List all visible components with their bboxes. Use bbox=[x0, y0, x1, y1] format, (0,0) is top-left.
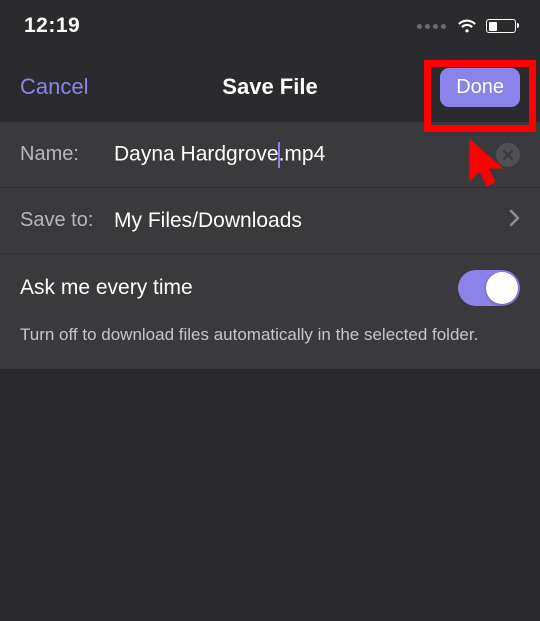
clear-text-button[interactable] bbox=[496, 143, 520, 167]
page-title: Save File bbox=[222, 74, 317, 100]
cellular-dots-icon bbox=[417, 24, 446, 29]
switch-knob bbox=[486, 272, 518, 304]
status-indicators bbox=[417, 18, 516, 34]
close-icon bbox=[502, 149, 514, 161]
status-time: 12:19 bbox=[24, 14, 80, 38]
name-row[interactable]: Name: Dayna Hardgrove.mp4 bbox=[0, 122, 540, 188]
save-to-value: My Files/Downloads bbox=[114, 209, 509, 233]
name-label: Name: bbox=[20, 143, 114, 166]
ask-toggle-switch[interactable] bbox=[458, 270, 520, 306]
filename-input[interactable]: Dayna Hardgrove.mp4 bbox=[114, 142, 496, 168]
nav-bar: Cancel Save File Done bbox=[0, 52, 540, 122]
ask-toggle-row: Ask me every time bbox=[0, 254, 540, 318]
wifi-icon bbox=[456, 18, 478, 34]
save-to-label: Save to: bbox=[20, 209, 114, 232]
form-section: Name: Dayna Hardgrove.mp4 Save to: My Fi… bbox=[0, 122, 540, 369]
ask-toggle-label: Ask me every time bbox=[20, 276, 193, 300]
save-to-row[interactable]: Save to: My Files/Downloads bbox=[0, 188, 540, 254]
cancel-button[interactable]: Cancel bbox=[20, 74, 88, 100]
ask-toggle-hint: Turn off to download files automatically… bbox=[0, 318, 540, 369]
battery-icon bbox=[486, 19, 516, 33]
status-bar: 12:19 bbox=[0, 0, 540, 52]
done-button[interactable]: Done bbox=[440, 68, 520, 107]
chevron-right-icon bbox=[509, 209, 520, 232]
